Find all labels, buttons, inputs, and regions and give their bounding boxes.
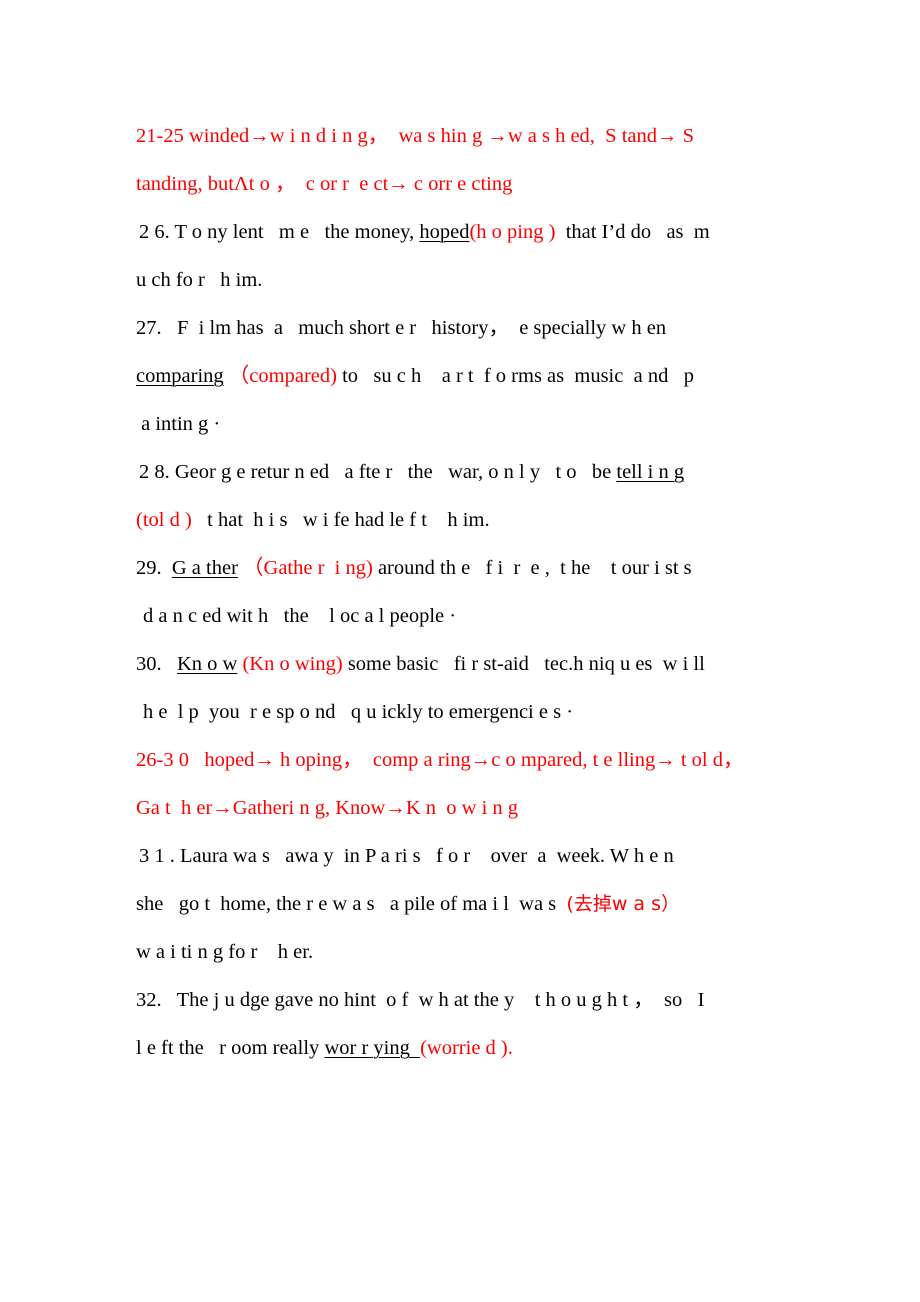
item-30-number: 30.	[136, 653, 177, 675]
item-27-line-1: 27. F i lm has a much short e r history，…	[136, 317, 667, 339]
item-30-line-1: 30. Kn o w (Kn o wing) some basic fi r s…	[136, 640, 800, 688]
item-31-correction-note: (去掉w a s）	[566, 893, 680, 915]
item-30-correction: (Kn o wing)	[237, 653, 343, 675]
item-28-text-post: t hat h i s w i fe had le f t h im.	[191, 509, 490, 531]
item-31-line-3: w a i ti n g fo r h er.	[136, 941, 314, 963]
item-29-number: 29.	[136, 557, 172, 579]
item-28-line-1: 2 8. Geor g e retur n ed a fte r the war…	[136, 448, 800, 496]
answer-block-21-25: 21-25 winded→w i n d i n g， wa s hin g →…	[136, 112, 800, 208]
summary-26-30-line-2: Ga t h er→Gatheri n g, Know→K n o w i n …	[136, 797, 519, 819]
item-27-line-2: comparing （compared) to su c h a r t f o…	[136, 352, 800, 400]
item-29-line-1: 29. G a ther （Gathe r i ng) around th e …	[136, 544, 800, 592]
item-26-line-2: u ch fo r h im.	[136, 269, 263, 291]
summary-21-25-line-2: tanding, butΛt o ， c or r e ct→ c orr e …	[136, 173, 513, 195]
item-32-correction: (worrie d ).	[420, 1037, 513, 1059]
item-26-number: 2 6.	[139, 221, 175, 243]
item-30-line-2: h e l p you r e sp o nd q u ickly to eme…	[143, 701, 574, 723]
summary-26-30-line-1: 26-3 0 hoped→ h oping， comp a ring→c o m…	[136, 749, 744, 771]
item-28-error-word: tell i n g	[616, 461, 685, 483]
answer-block-31: 3 1 . Laura wa s awa y in P a ri s f o r…	[136, 832, 800, 976]
item-26-error-word: hoped	[419, 221, 470, 243]
answer-block-29: 29. G a ther （Gathe r i ng) around th e …	[136, 544, 800, 640]
answer-key-body: 21-25 winded→w i n d i n g， wa s hin g →…	[136, 112, 800, 1072]
item-27-correction: （compared)	[223, 365, 337, 387]
answer-block-28: 2 8. Geor g e retur n ed a fte r the war…	[136, 448, 800, 544]
answer-block-27: 27. F i lm has a much short e r history，…	[136, 304, 800, 448]
item-31-line-1: 3 1 . Laura wa s awa y in P a ri s f o r…	[139, 845, 674, 867]
item-29-text-post: around th e f i r e , t he t our i st s	[372, 557, 692, 579]
item-32-error-word: wor r ying	[324, 1037, 421, 1059]
item-32-line-1: 32. The j u dge gave no hint o f w h at …	[136, 989, 705, 1011]
answer-block-26-30: 26-3 0 hoped→ h oping， comp a ring→c o m…	[136, 736, 800, 832]
item-29-correction: （Gathe r i ng)	[237, 557, 373, 579]
answer-block-32: 32. The j u dge gave no hint o f w h at …	[136, 976, 800, 1072]
item-28-text-pre: 2 8. Geor g e retur n ed a fte r the war…	[139, 461, 617, 483]
item-27-error-word: comparing	[136, 365, 224, 387]
answer-block-30: 30. Kn o w (Kn o wing) some basic fi r s…	[136, 640, 800, 736]
item-26-text-pre: T o ny lent m e the money,	[174, 221, 420, 243]
item-32-line-2: l e ft the r oom really wor r ying (worr…	[136, 1024, 800, 1072]
item-27-text-post: to su c h a r t f o rms as music a nd p	[336, 365, 694, 387]
item-30-text-post: some basic fi r st-aid tec.h niq u es w …	[342, 653, 705, 675]
item-32-text-pre: l e ft the r oom really	[136, 1037, 325, 1059]
item-29-error-word: G a ther	[171, 557, 238, 579]
summary-21-25-line-1: 21-25 winded→w i n d i n g， wa s hin g →…	[136, 125, 695, 147]
document-page: 21-25 winded→w i n d i n g， wa s hin g →…	[0, 0, 920, 1302]
answer-block-26: 2 6. T o ny lent m e the money, hoped(h …	[136, 208, 800, 304]
item-27-line-3: a intin g ·	[136, 413, 221, 435]
item-30-error-word: Kn o w	[177, 653, 238, 675]
item-31-line-2: she go t home, the r e w a s a pile of m…	[136, 880, 800, 928]
item-29-line-2: d a n c ed wit h the l oc a l people ·	[143, 605, 457, 627]
item-31-text-pre: she go t home, the r e w a s a pile of m…	[136, 893, 567, 915]
item-28-correction: (tol d )	[136, 509, 192, 531]
item-26-correction: (h o ping )	[469, 221, 556, 243]
item-28-line-2: (tol d ) t hat h i s w i fe had le f t h…	[136, 496, 800, 544]
item-26-line-1: 2 6. T o ny lent m e the money, hoped(h …	[136, 208, 800, 256]
item-26-text-post: that I’d do as m	[555, 221, 710, 243]
